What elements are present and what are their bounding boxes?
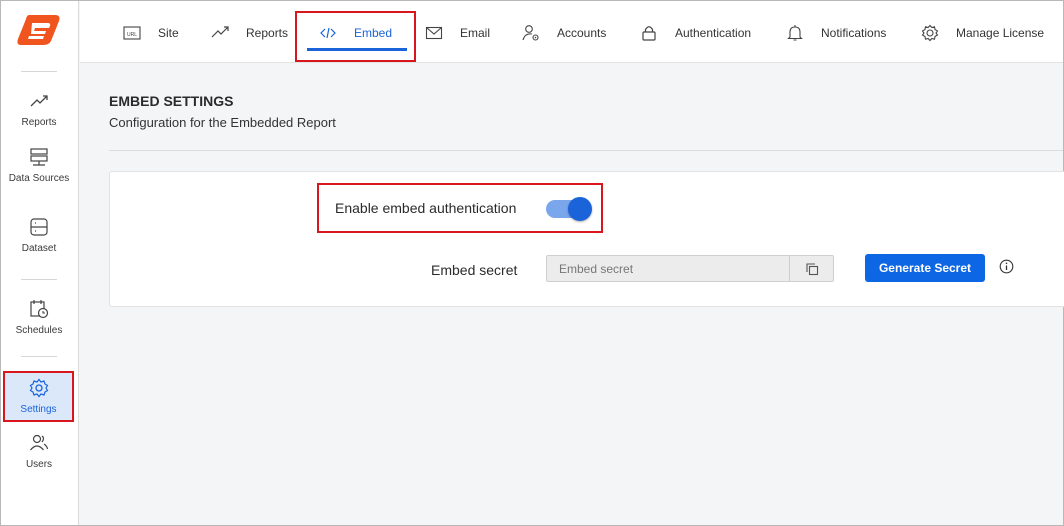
sidebar-divider bbox=[21, 71, 57, 72]
sidebar-item-label: Dataset bbox=[21, 243, 57, 254]
tab-label: Manage License bbox=[956, 26, 1045, 40]
sidebar-divider bbox=[21, 279, 57, 280]
tab-label: Embed bbox=[354, 26, 393, 40]
svg-text:URL: URL bbox=[127, 32, 137, 38]
sidebar-divider bbox=[21, 356, 57, 357]
tab-authentication[interactable]: Authentication bbox=[640, 19, 751, 47]
tab-label: Reports bbox=[246, 26, 289, 40]
tab-label: Authentication bbox=[675, 26, 752, 40]
page-title: EMBED SETTINGS bbox=[109, 93, 234, 109]
copy-secret-button[interactable] bbox=[789, 255, 834, 282]
users-icon bbox=[30, 434, 49, 451]
server-icon bbox=[30, 148, 48, 166]
trend-icon bbox=[211, 26, 229, 38]
code-icon bbox=[320, 27, 336, 39]
sidebar-item-users[interactable]: Users bbox=[1, 433, 77, 470]
header-divider bbox=[109, 150, 1063, 151]
tab-label: Email bbox=[460, 26, 491, 40]
tab-label: Accounts bbox=[557, 26, 607, 40]
mail-icon bbox=[425, 26, 443, 40]
tab-manage-license[interactable]: Manage License bbox=[921, 19, 1044, 47]
gear-icon bbox=[29, 378, 48, 398]
sidebar-item-dataset[interactable]: Dataset bbox=[1, 217, 77, 254]
tab-label: Site bbox=[158, 26, 179, 40]
embed-auth-toggle[interactable] bbox=[546, 197, 592, 221]
info-icon[interactable] bbox=[999, 259, 1014, 274]
calendar-clock-icon bbox=[30, 300, 49, 319]
app-logo[interactable] bbox=[15, 11, 63, 47]
embed-secret-label: Embed secret bbox=[431, 262, 518, 278]
url-icon: URL bbox=[123, 26, 141, 40]
generate-secret-button[interactable]: Generate Secret bbox=[865, 254, 985, 282]
sidebar-item-label: Reports bbox=[21, 117, 57, 128]
tab-embed[interactable]: Embed bbox=[319, 19, 392, 47]
lock-icon bbox=[642, 26, 656, 41]
user-gear-icon bbox=[522, 25, 539, 41]
sidebar-item-label: Settings bbox=[20, 404, 57, 415]
toggle-knob bbox=[568, 197, 592, 221]
embed-secret-input[interactable] bbox=[546, 255, 790, 282]
tab-accounts[interactable]: Accounts bbox=[522, 19, 606, 47]
tab-email[interactable]: Email bbox=[425, 19, 490, 47]
bell-icon bbox=[787, 25, 803, 41]
sidebar-item-data-sources[interactable]: Data Sources bbox=[1, 147, 77, 184]
license-gear-icon bbox=[921, 24, 939, 42]
sidebar-item-schedules[interactable]: Schedules bbox=[1, 299, 77, 336]
page-subtitle: Configuration for the Embedded Report bbox=[109, 115, 336, 130]
sidebar: Reports Data Sources Dataset Schedules S… bbox=[1, 1, 79, 525]
sidebar-item-settings[interactable]: Settings bbox=[3, 371, 74, 422]
tab-label: Notifications bbox=[821, 26, 887, 40]
tab-reports[interactable]: Reports bbox=[211, 19, 288, 47]
sidebar-item-label: Users bbox=[25, 459, 53, 470]
sidebar-item-label: Data Sources bbox=[8, 173, 70, 184]
active-tab-indicator bbox=[307, 48, 407, 51]
tab-notifications[interactable]: Notifications bbox=[786, 19, 886, 47]
copy-icon bbox=[805, 262, 818, 275]
sidebar-item-label: Schedules bbox=[15, 325, 63, 336]
embed-auth-label: Enable embed authentication bbox=[335, 200, 517, 216]
tab-site[interactable]: URL Site bbox=[123, 19, 179, 47]
dataset-icon bbox=[30, 218, 48, 236]
sidebar-item-reports[interactable]: Reports bbox=[1, 91, 77, 128]
trend-icon bbox=[30, 95, 48, 107]
